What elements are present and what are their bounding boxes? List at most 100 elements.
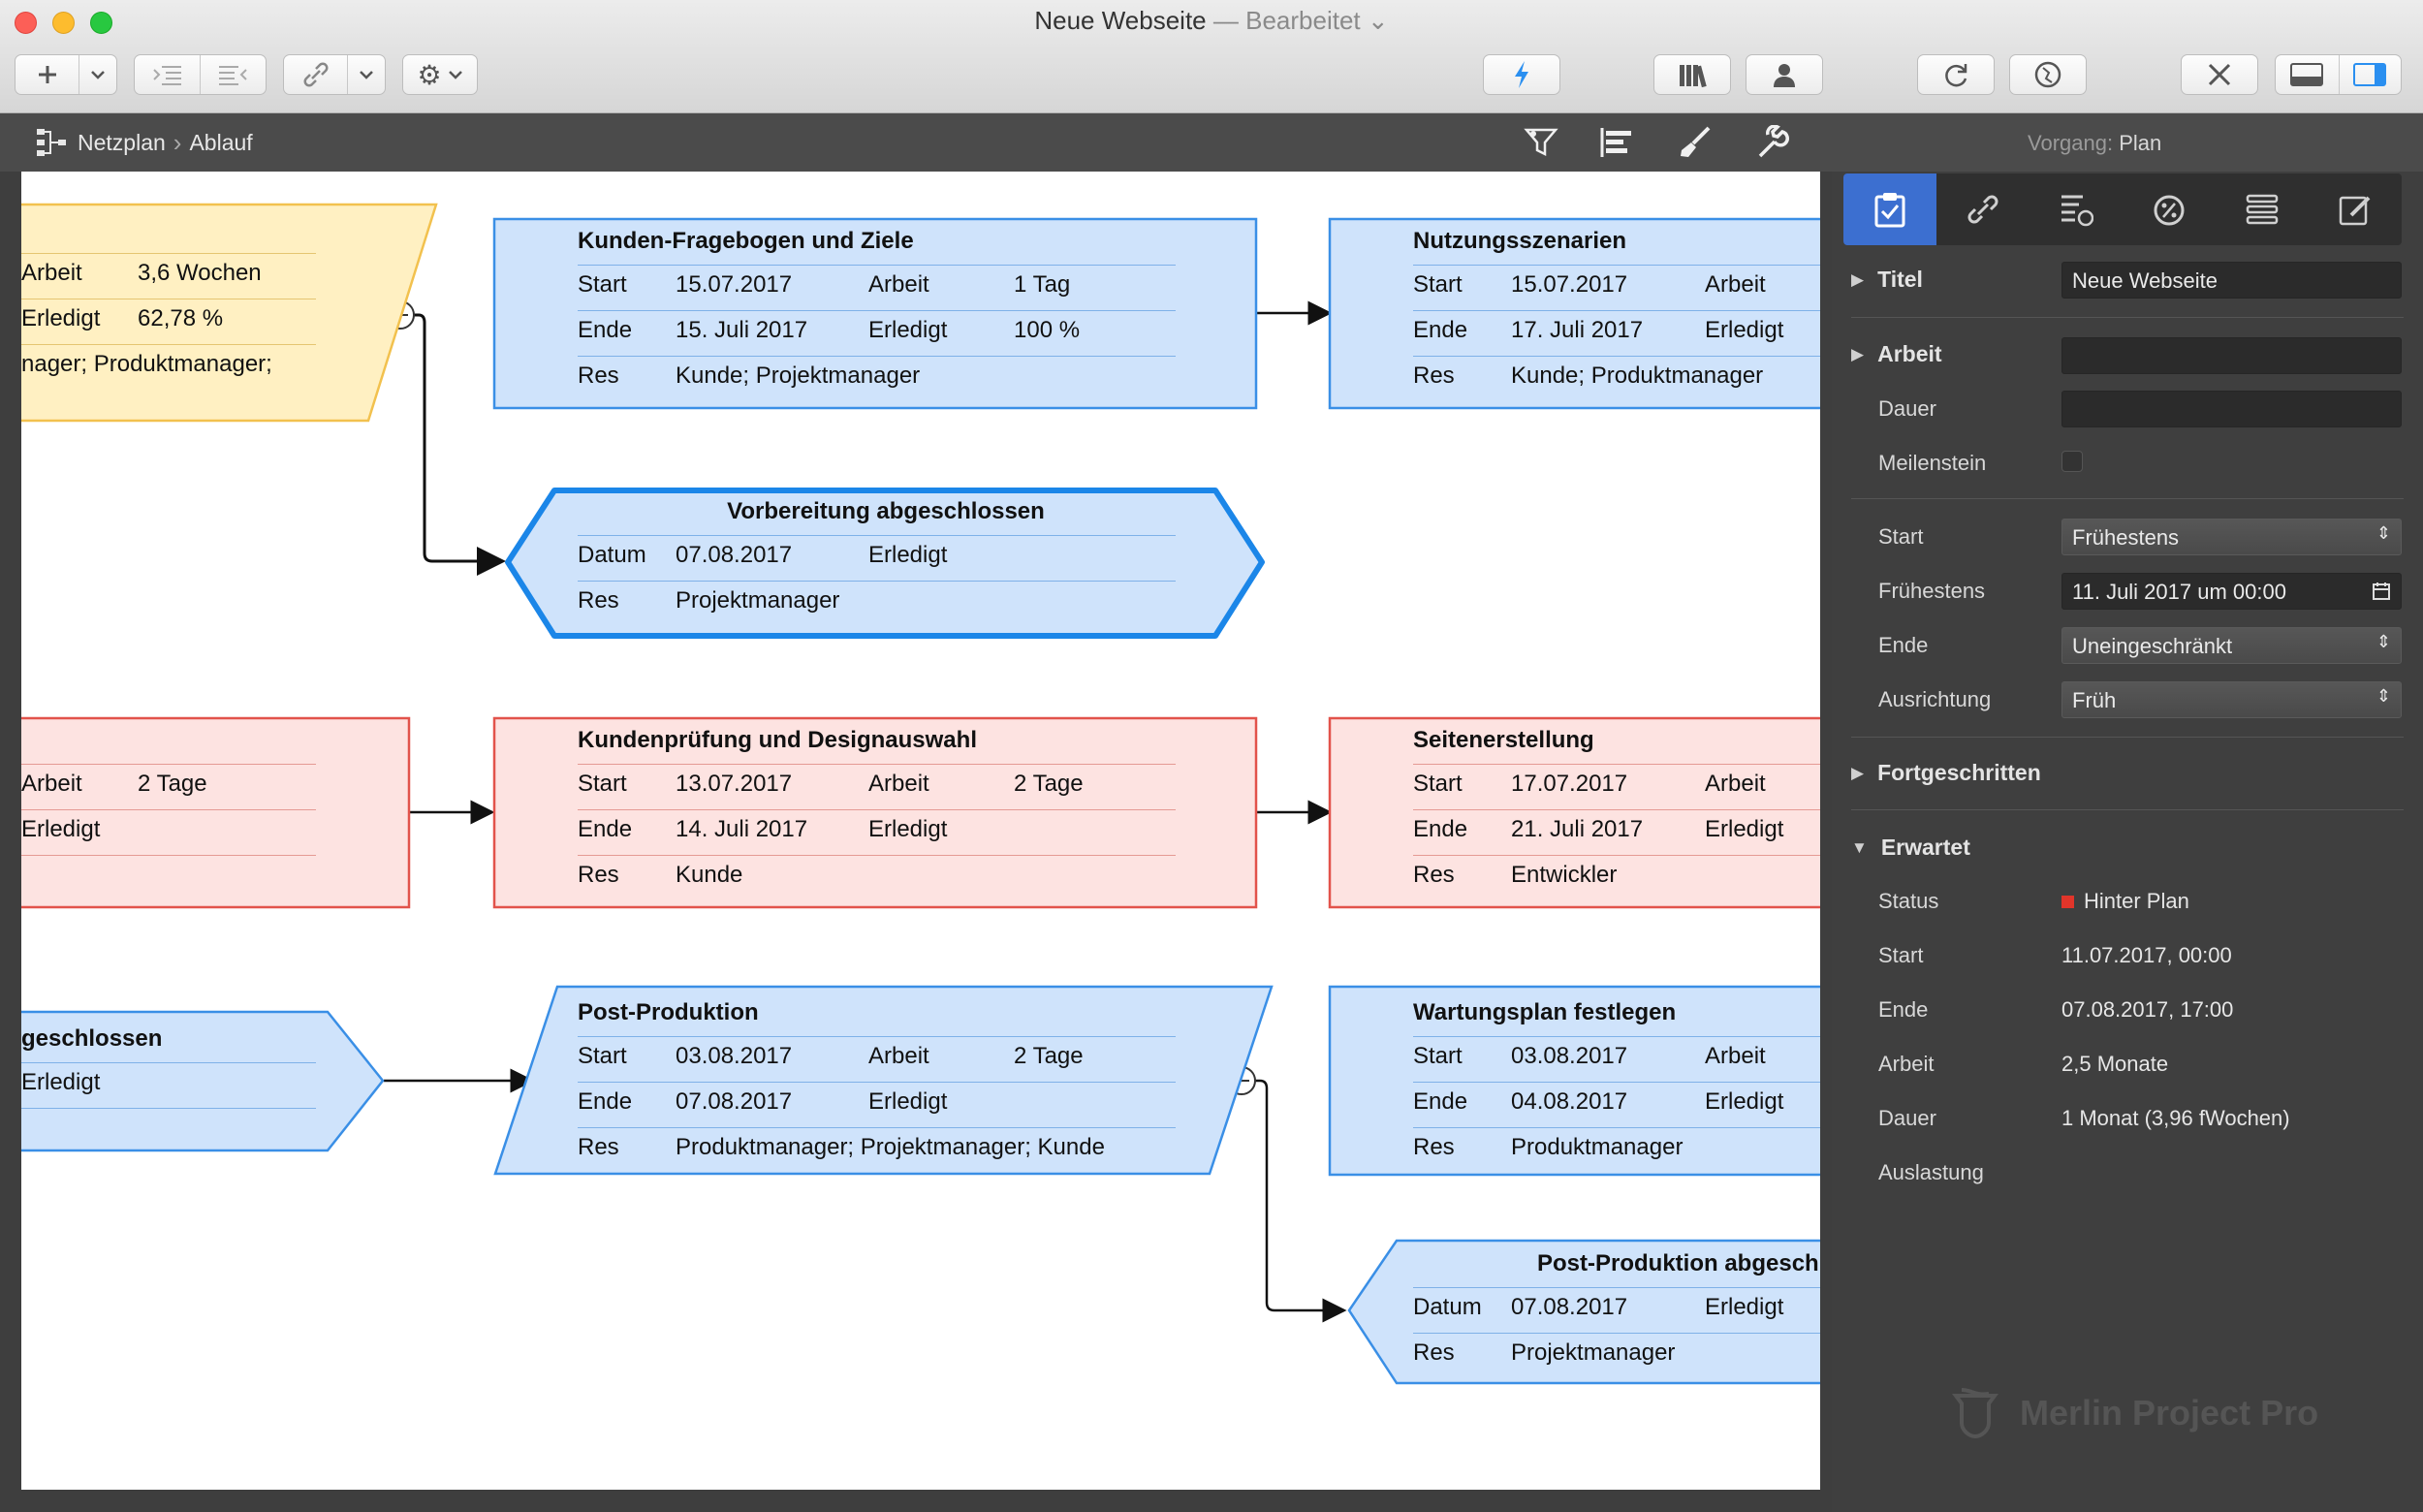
link-button[interactable] (283, 54, 386, 95)
indent-outdent-group[interactable] (134, 54, 267, 95)
task-node-nutzungsszenarien[interactable]: Nutzungsszenarien Start 15.07.2017 Arbei… (1328, 217, 1820, 410)
chevron-down-icon[interactable]: ⌄ (1368, 6, 1389, 35)
vorgang-label: Vorgang: (2028, 131, 2114, 155)
divider (1851, 809, 2404, 810)
disclosure-down-icon[interactable]: ▼ (1851, 838, 1868, 858)
ende-constraint-select[interactable]: Uneingeschränkt ⇕ (2061, 627, 2402, 664)
disclosure-right-icon[interactable]: ▶ (1851, 270, 1864, 290)
side-pane-icon[interactable] (2340, 55, 2402, 94)
label-arbeit: Arbeit (868, 271, 929, 298)
dauer-input[interactable] (2061, 391, 2402, 427)
section-erwartet[interactable]: ▼ Erwartet (1851, 835, 1970, 861)
tools-icon (2208, 63, 2231, 86)
pane-toggle-group[interactable] (2275, 54, 2402, 95)
tab-task-info[interactable] (1843, 173, 1936, 245)
value-start: 15.07.2017 (676, 271, 793, 298)
gear-button[interactable]: ⚙ (402, 54, 478, 95)
ausrichtung-value: Früh (2072, 688, 2117, 712)
section-titel[interactable]: ▶ Titel (1851, 267, 1923, 293)
value-datum: 07.08.2017 (1511, 1294, 1628, 1320)
task-node-post-produktion[interactable]: Post-Produktion Start 03.08.2017 Arbeit … (493, 985, 1275, 1176)
section-fortgeschritten[interactable]: ▶ Fortgeschritten (1851, 760, 2041, 786)
ausrichtung-label: Ausrichtung (1878, 687, 1992, 711)
fruehestens-value: 11. Juli 2017 um 00:00 (2072, 580, 2286, 604)
titel-input[interactable]: Neue Webseite (2061, 262, 2402, 299)
disclosure-right-icon[interactable]: ▶ (1851, 345, 1864, 364)
sync-button[interactable] (1917, 54, 1995, 95)
value-datum: 07.08.2017 (676, 542, 793, 568)
wrench-button[interactable] (1751, 121, 1794, 164)
task-title: Post-Produktion (578, 999, 759, 1025)
outdent-icon[interactable] (201, 55, 266, 94)
tools-button[interactable] (2181, 54, 2258, 95)
label-res: Res (1413, 1339, 1455, 1366)
percent-icon (2154, 195, 2185, 226)
expected-ende-value: 07.08.2017, 17:00 (2061, 997, 2234, 1022)
value-start: 13.07.2017 (676, 771, 793, 797)
tab-progress[interactable] (2123, 173, 2216, 245)
expected-arbeit-value: 2,5 Monate (2061, 1052, 2169, 1076)
label-erledigt: Erledigt (21, 816, 101, 842)
value-erledigt: 62,78 % (138, 305, 224, 331)
breadcrumb-root[interactable]: Netzplan (78, 130, 166, 156)
align-button[interactable] (1595, 121, 1638, 164)
label-arbeit: Arbeit (868, 1043, 929, 1069)
value-res: Projektmanager (1511, 1339, 1676, 1366)
library-button[interactable] (1653, 54, 1731, 95)
breadcrumb-current[interactable]: Ablauf (189, 130, 252, 156)
meilenstein-checkbox[interactable] (2061, 451, 2083, 472)
start-constraint-select[interactable]: Frühestens ⇕ (2061, 519, 2402, 555)
value-start: 15.07.2017 (1511, 271, 1628, 298)
disclosure-right-icon[interactable]: ▶ (1851, 764, 1864, 783)
label-res: Res (578, 362, 619, 389)
task-node-seitenerstellung[interactable]: Seitenerstellung Start 17.07.2017 Arbeit… (1328, 716, 1820, 909)
task-title: Kundenprüfung und Designauswahl (578, 727, 977, 753)
ende-label: Ende (1878, 633, 1929, 657)
indent-icon[interactable] (135, 55, 200, 94)
network-diagram-canvas[interactable]: Arbeit 3,6 Wochen Erledigt 62,78 % nager… (21, 172, 1820, 1490)
task-node-kunden-fragebogen[interactable]: Kunden-Fragebogen und Ziele Start 15.07.… (492, 217, 1258, 410)
brush-button[interactable] (1674, 121, 1716, 164)
refresh-icon (1945, 64, 1967, 87)
value-arbeit: 2 Tage (138, 771, 207, 797)
filter-button[interactable] (1520, 121, 1562, 164)
tab-list[interactable] (2216, 173, 2309, 245)
task-node-wartungsplan[interactable]: Wartungsplan festlegen Start 03.08.2017 … (1328, 985, 1820, 1177)
add-button[interactable] (15, 54, 117, 95)
plus-icon[interactable] (16, 55, 79, 94)
link-icon[interactable] (284, 55, 347, 94)
web-button[interactable] (2009, 54, 2087, 95)
bottom-pane-icon[interactable] (2276, 55, 2339, 94)
document-status[interactable]: — Bearbeitet (1213, 6, 1361, 35)
tab-links[interactable] (1936, 173, 2030, 245)
section-arbeit[interactable]: ▶ Arbeit (1851, 341, 1942, 367)
breadcrumb: Netzplan › Ablauf (35, 126, 253, 159)
tab-notes[interactable] (2309, 173, 2402, 245)
milestone-node-left[interactable]: geschlossen Erledigt (21, 1010, 386, 1152)
value-start: 17.07.2017 (1511, 771, 1628, 797)
label-ende: Ende (1413, 816, 1468, 842)
milestone-node-vorbereitung-abgeschlossen[interactable]: Vorbereitung abgeschlossen Datum 07.08.2… (505, 488, 1266, 639)
document-title: Neue Webseite (1034, 6, 1207, 35)
app-window: Neue Webseite — Bearbeitet ⌄ ⚙ Netzplan … (0, 0, 2423, 1512)
expected-start-value: 11.07.2017, 00:00 (2061, 943, 2232, 967)
value-erledigt: 100 % (1014, 317, 1081, 343)
ausrichtung-select[interactable]: Früh ⇕ (2061, 681, 2402, 718)
task-node-summary[interactable]: Arbeit 3,6 Wochen Erledigt 62,78 % nager… (21, 203, 438, 423)
resources-button[interactable] (1746, 54, 1823, 95)
expected-arbeit-label: Arbeit (1878, 1052, 1935, 1076)
tab-costs[interactable] (2030, 173, 2123, 245)
fruehestens-date-field[interactable]: 11. Juli 2017 um 00:00 (2061, 573, 2402, 610)
person-icon (1774, 64, 1795, 87)
milestone-node-post-produktion-abgeschlossen[interactable]: Post-Produktion abgeschl Datum 07.08.201… (1347, 1239, 1820, 1385)
chevron-down-icon[interactable] (348, 55, 385, 94)
bolt-icon (1515, 61, 1528, 88)
task-node-kundenpruefung[interactable]: Kundenprüfung und Designauswahl Start 13… (492, 716, 1258, 909)
task-node-red-left[interactable]: Arbeit 2 Tage Erledigt (21, 716, 411, 909)
gear-icon: ⚙ (417, 59, 442, 90)
label-ende: Ende (1413, 317, 1468, 343)
chevron-down-icon[interactable] (79, 55, 116, 94)
action-button[interactable] (1483, 54, 1560, 95)
stepper-icon: ⇕ (2376, 686, 2391, 706)
arbeit-input[interactable] (2061, 337, 2402, 374)
